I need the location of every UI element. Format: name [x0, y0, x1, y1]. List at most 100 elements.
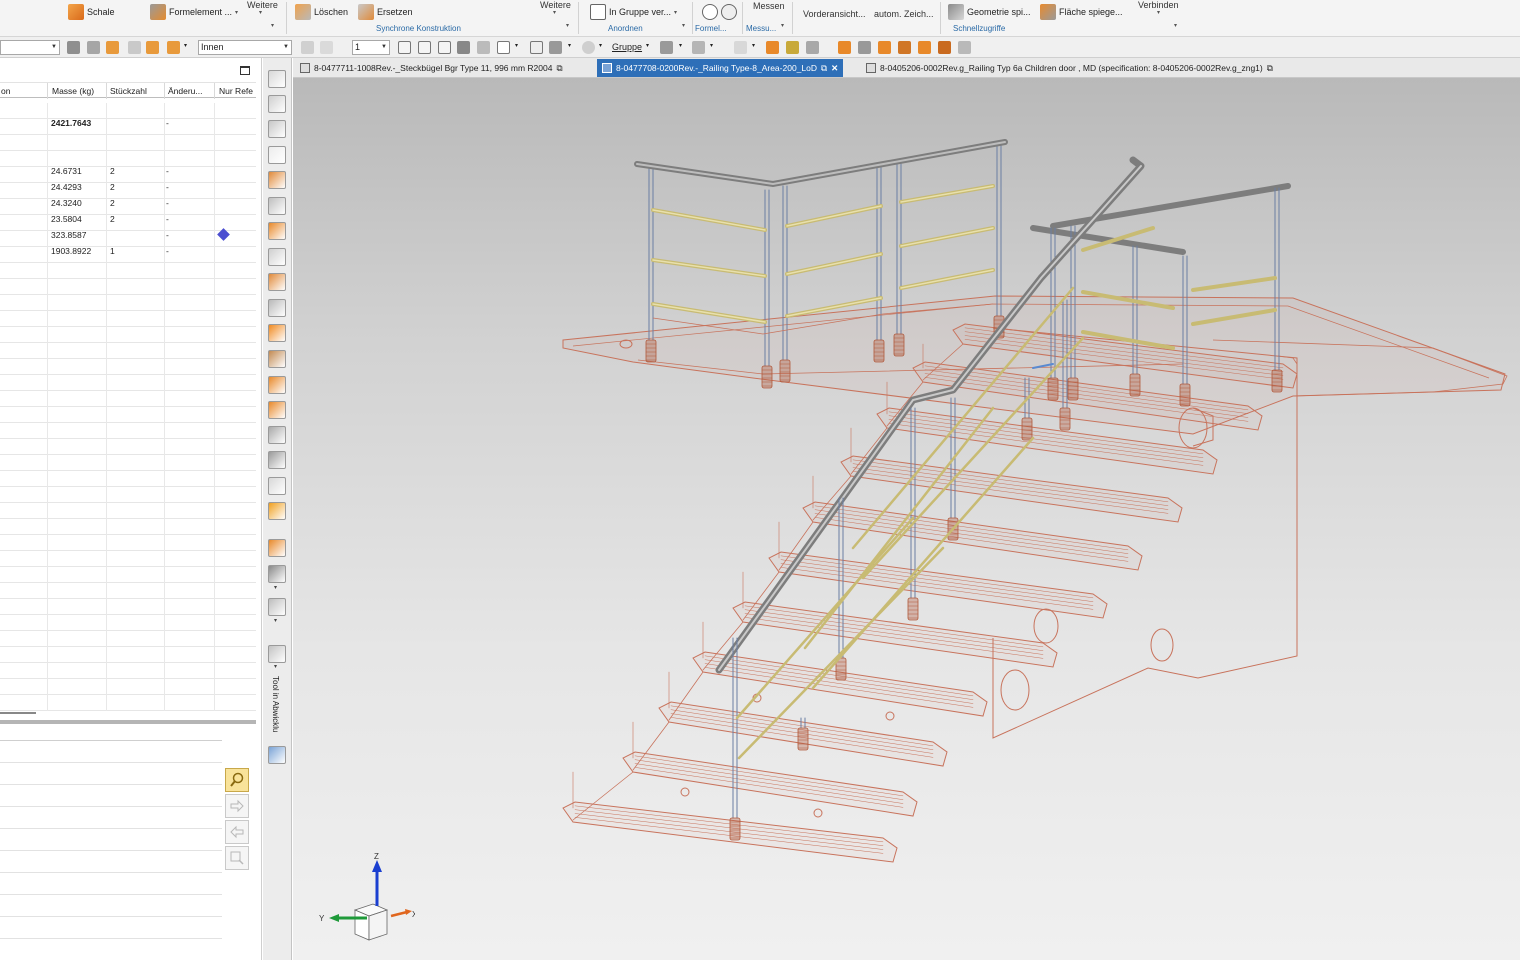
column-header-change[interactable]: Änderu... — [168, 86, 212, 96]
sphere-icon[interactable] — [582, 41, 595, 54]
ruler-icon[interactable] — [806, 41, 819, 54]
part-orange-icon[interactable] — [268, 222, 286, 240]
orange-cube-icon[interactable] — [766, 41, 779, 54]
front-view-button[interactable]: Vorderansicht... — [803, 9, 866, 19]
cube-orange-4-icon[interactable] — [938, 41, 951, 54]
tab-document-2[interactable]: 8-0477708-0200Rev.-_Railing Type-8_Area-… — [597, 59, 844, 77]
sketch-icon[interactable] — [268, 248, 286, 266]
column-header-name[interactable]: on — [1, 86, 10, 96]
mirror-face-button[interactable]: Fläche spiege... — [1040, 0, 1123, 24]
search-button[interactable] — [225, 768, 249, 792]
cube-orange-1-icon[interactable] — [878, 41, 891, 54]
external-link-icon[interactable]: ⧉ — [1267, 63, 1273, 74]
gear-icon[interactable] — [268, 273, 286, 291]
point-icon[interactable] — [734, 41, 747, 54]
calculator-icon[interactable] — [268, 565, 286, 583]
maximize-icon[interactable] — [240, 66, 250, 75]
zoom-box-icon[interactable] — [497, 41, 510, 54]
view-icon[interactable] — [268, 197, 286, 215]
explode-icon[interactable] — [268, 645, 286, 663]
external-link-icon[interactable]: ⧉ — [821, 63, 827, 74]
count-combo[interactable]: 1 ▼ — [352, 40, 390, 55]
paste-icon[interactable] — [268, 477, 286, 495]
path-icon[interactable] — [268, 120, 286, 138]
pin-icon[interactable] — [106, 41, 119, 54]
constraint-icon[interactable] — [268, 95, 286, 113]
cube-gray-icon[interactable] — [301, 41, 314, 54]
stack-icon[interactable] — [268, 426, 286, 444]
external-link-icon[interactable]: ⧉ — [556, 63, 562, 74]
tag-icon[interactable] — [67, 41, 80, 54]
delete-button[interactable]: Löschen — [295, 0, 348, 24]
render-icon[interactable] — [549, 41, 562, 54]
close-icon[interactable]: ✕ — [831, 63, 838, 74]
group-dropdown[interactable]: Gruppe — [612, 42, 642, 52]
table-row[interactable]: 23.5804 2 - — [0, 211, 256, 227]
cube-orange-2-icon[interactable] — [898, 41, 911, 54]
tread-grating-line — [744, 609, 1044, 651]
horizontal-scrollbar[interactable] — [0, 712, 36, 714]
frame-icon[interactable] — [418, 41, 431, 54]
auto-drawing-button[interactable]: autom. Zeich... — [874, 9, 934, 19]
cube-orange-3-icon[interactable] — [918, 41, 931, 54]
formula-button[interactable] — [702, 0, 737, 24]
section-icon[interactable] — [530, 41, 543, 54]
tab-document-3[interactable]: 8-0405206-0002Rev.g_Railing Typ 6a Child… — [861, 59, 1278, 77]
grid-icon[interactable] — [398, 41, 411, 54]
layout-icon[interactable] — [268, 598, 286, 616]
assembly-tree-icon[interactable] — [268, 70, 286, 88]
table-row[interactable]: 323.8587 - — [0, 227, 256, 243]
filter-combo[interactable]: ▼ — [0, 40, 60, 55]
table-row[interactable]: 24.4293 2 - — [0, 179, 256, 195]
play-icon[interactable] — [268, 146, 286, 164]
text-icon[interactable] — [268, 539, 286, 557]
settings-icon[interactable] — [268, 299, 286, 317]
table-row[interactable]: 24.6731 2 - — [0, 163, 256, 179]
cube-gray-2-icon[interactable] — [958, 41, 971, 54]
table-row[interactable] — [0, 147, 256, 163]
measure-button[interactable]: Messen — [753, 1, 785, 11]
tag-settings-icon[interactable] — [87, 41, 100, 54]
move-icon[interactable] — [128, 41, 141, 54]
table-row[interactable]: 2421.7643 - — [0, 115, 256, 131]
replace-button[interactable]: Ersetzen — [358, 0, 413, 24]
copy-icon[interactable] — [268, 451, 286, 469]
unfold-icon[interactable] — [268, 746, 286, 764]
column-header-mass[interactable]: Masse (kg) — [52, 86, 94, 96]
pencil-icon[interactable] — [786, 41, 799, 54]
cube-light-icon[interactable] — [320, 41, 333, 54]
3d-viewport[interactable]: Z Y X — [293, 78, 1520, 960]
box-mirror-icon[interactable] — [268, 350, 286, 368]
panel-splitter[interactable] — [0, 720, 256, 724]
paint-icon[interactable] — [146, 41, 159, 54]
layer-icon[interactable] — [268, 171, 286, 189]
vertex-icon[interactable] — [858, 41, 871, 54]
column-header-qty[interactable]: Stückzahl — [110, 86, 147, 96]
table-row[interactable]: 1903.8922 1 - — [0, 243, 256, 259]
table-row[interactable] — [0, 131, 256, 147]
scope-combo[interactable]: Innen ▼ — [198, 40, 292, 55]
table-row[interactable]: 24.3240 2 - — [0, 195, 256, 211]
forward-button[interactable] — [225, 794, 249, 818]
gear-orange-icon[interactable] — [838, 41, 851, 54]
component-icon[interactable] — [692, 41, 705, 54]
back-button[interactable] — [225, 820, 249, 844]
box-cut-icon[interactable] — [268, 376, 286, 394]
more-button-1[interactable]: Weitere — [247, 0, 278, 10]
mirror-geometry-button[interactable]: Geometrie spi... — [948, 0, 1031, 24]
feature-button[interactable]: Formelement ... ▾ — [150, 0, 238, 24]
zoom-select-button[interactable] — [225, 846, 249, 870]
arrow-left-icon — [230, 825, 244, 839]
group-into-button[interactable]: In Gruppe ver... ▾ — [590, 0, 677, 24]
assembly-icon[interactable] — [660, 41, 673, 54]
view-fit-icon[interactable] — [438, 41, 451, 54]
select-tool-icon[interactable] — [167, 41, 180, 54]
shell-button[interactable]: Schale — [68, 0, 115, 24]
wire-icon[interactable] — [477, 41, 490, 54]
rotate-icon[interactable] — [268, 502, 286, 520]
box-orange-icon[interactable] — [268, 324, 286, 342]
tab-document-1[interactable]: 8-0477711-1008Rev.-_Steckbügel Bgr Type … — [295, 59, 568, 77]
box-round-icon[interactable] — [268, 401, 286, 419]
shaded-icon[interactable] — [457, 41, 470, 54]
column-header-reference[interactable]: Nur Refe — [219, 86, 256, 96]
